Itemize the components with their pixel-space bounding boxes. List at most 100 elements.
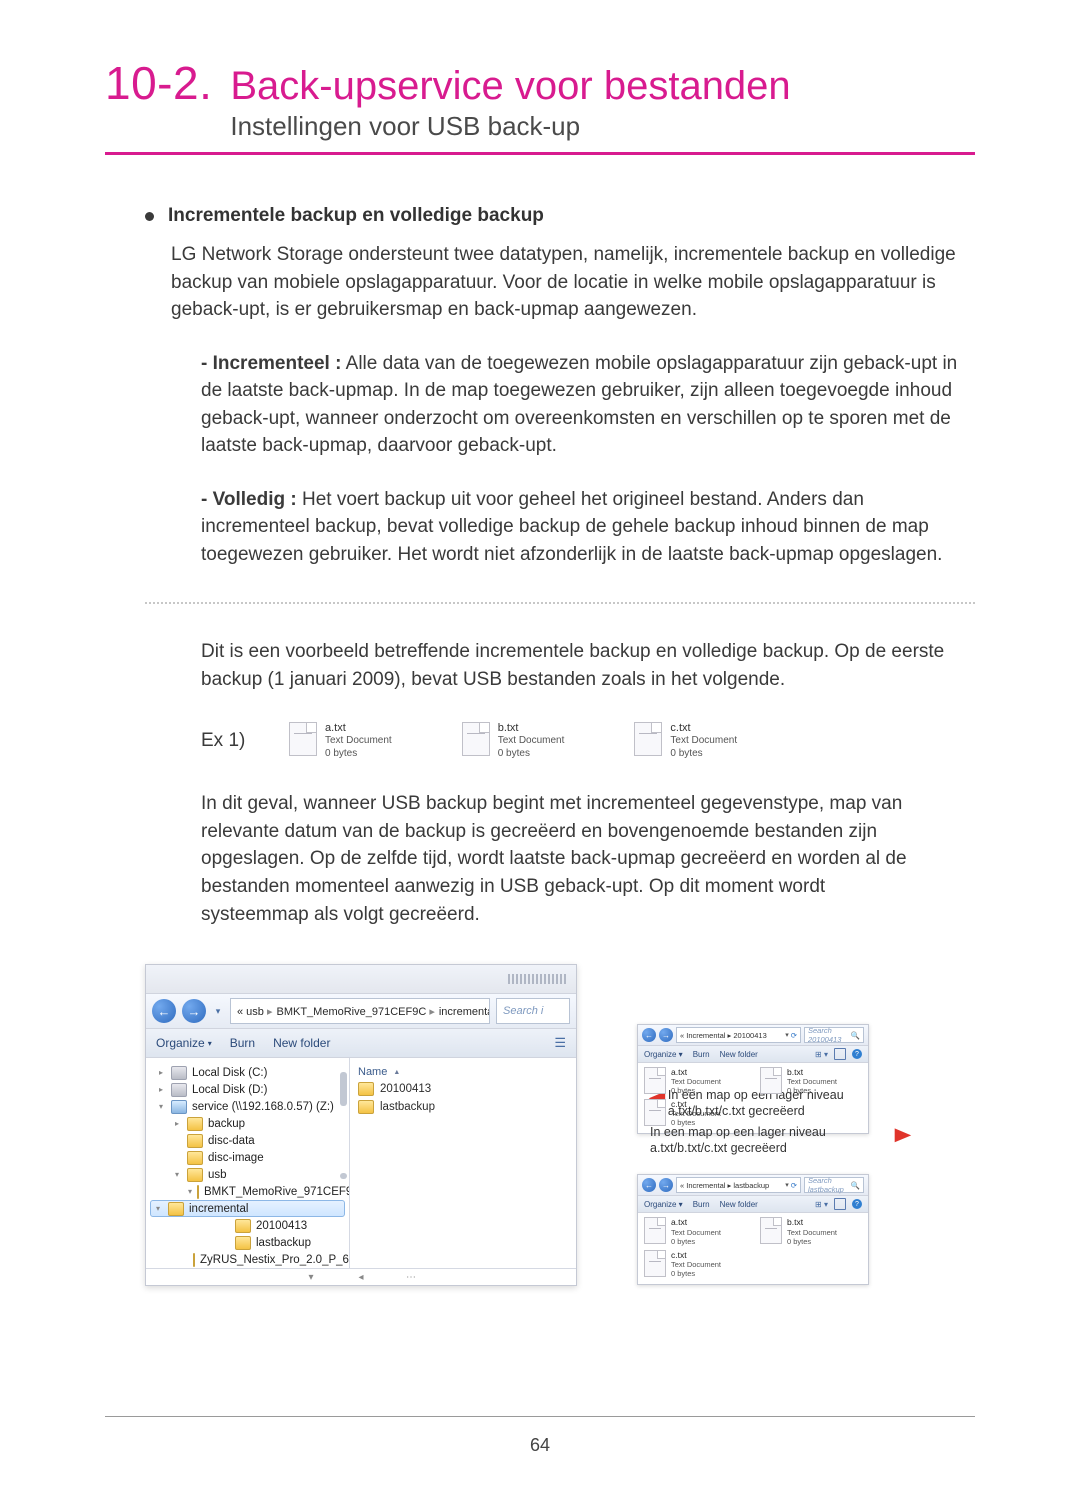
file-item: a.txt Text Document 0 bytes: [289, 722, 392, 761]
nav-forward-button[interactable]: →: [659, 1028, 673, 1042]
text-file-icon: [644, 1250, 666, 1277]
text-file-icon: [644, 1217, 666, 1244]
scrollbar-thumb[interactable]: [340, 1173, 347, 1179]
list-item[interactable]: 20100413: [354, 1080, 572, 1098]
folder-icon: [235, 1219, 251, 1233]
status-button[interactable]: ◂: [356, 1272, 366, 1283]
annotation-text: In een map op een lager niveau a.txt/b.t…: [650, 1125, 892, 1156]
breadcrumb[interactable]: « Incremental ▸ lastbackup▾⟳: [676, 1177, 801, 1193]
section-number: 10-2.: [105, 60, 212, 106]
file-size: 0 bytes: [325, 748, 392, 761]
status-separator: ⋯: [406, 1272, 416, 1283]
toolbar-burn[interactable]: Burn: [693, 1050, 710, 1059]
text-file-icon: [644, 1067, 666, 1094]
folder-icon: [235, 1236, 251, 1250]
bottom-rule: [105, 1416, 975, 1417]
tree-item-label: ZyRUS_Nestix_Pro_2.0_P_6BEAC447: [200, 1254, 350, 1266]
breadcrumb-segment[interactable]: incremental: [439, 1005, 490, 1018]
nav-back-button[interactable]: ←: [642, 1028, 656, 1042]
file-item[interactable]: a.txtText Document0 bytes: [644, 1217, 746, 1245]
tree-item-label: 20100413: [256, 1220, 307, 1232]
toolbar-new-folder[interactable]: New folder: [720, 1200, 758, 1209]
breadcrumb-dropdown-icon[interactable]: ▾: [785, 1181, 789, 1189]
text-file-icon: [760, 1067, 782, 1094]
toolbar-burn[interactable]: Burn: [230, 1036, 255, 1050]
list-item[interactable]: lastbackup: [354, 1098, 572, 1116]
example-body: In dit geval, wanneer USB backup begint …: [201, 790, 975, 928]
tree-expand-icon[interactable]: ▾: [188, 1187, 192, 1196]
toolbar-organize[interactable]: Organize ▾: [156, 1036, 212, 1050]
toolbar-new-folder[interactable]: New folder: [273, 1036, 330, 1050]
preview-pane-icon[interactable]: [834, 1048, 846, 1060]
tree-item[interactable]: 20100413: [150, 1217, 345, 1234]
tree-item[interactable]: ▸Local Disk (C:): [150, 1064, 345, 1081]
tree-item[interactable]: disc-image: [150, 1149, 345, 1166]
tree-item[interactable]: ▾usb: [150, 1166, 345, 1183]
tree-item[interactable]: disc-data: [150, 1132, 345, 1149]
breadcrumb-dropdown-icon[interactable]: ▾: [785, 1031, 789, 1039]
breadcrumb[interactable]: « Incremental ▸ 20100413▾⟳: [676, 1027, 801, 1043]
file-type: Text Document: [787, 1077, 837, 1086]
list-column-header[interactable]: Name▲: [354, 1064, 572, 1080]
search-input[interactable]: Search lastbackup🔍: [804, 1177, 864, 1193]
text-file-icon: [634, 722, 662, 756]
help-icon[interactable]: ?: [852, 1049, 862, 1059]
tree-item[interactable]: ▾BMKT_MemoRive_971CEF9C: [150, 1183, 345, 1200]
toolbar-view-icon[interactable]: ☰: [554, 1035, 566, 1051]
tree-item[interactable]: ▾incremental: [150, 1200, 345, 1217]
example-file-list: a.txt Text Document 0 bytes b.txt Text D…: [289, 722, 737, 761]
file-list[interactable]: Name▲ 20100413 lastbackup ◀: [350, 1058, 576, 1268]
incremental-label: - Incrementeel :: [201, 353, 341, 374]
full-label: - Volledig :: [201, 489, 297, 510]
toolbar-organize[interactable]: Organize ▾: [644, 1200, 683, 1209]
file-size: 0 bytes: [671, 1237, 721, 1246]
tree-expand-icon[interactable]: ▾: [172, 1170, 182, 1179]
annotation-text: In een map op een lager niveau a.txt/b.t…: [668, 1088, 910, 1119]
view-dropdown-icon[interactable]: ⊞ ▾: [815, 1200, 828, 1209]
search-input[interactable]: Search i: [496, 998, 570, 1024]
refresh-icon[interactable]: ⟳: [791, 1031, 797, 1040]
tree-expand-icon[interactable]: ▸: [156, 1085, 166, 1094]
folder-tree[interactable]: ▸Local Disk (C:)▸Local Disk (D:)▾service…: [146, 1058, 350, 1268]
breadcrumb[interactable]: « usb BMKT_MemoRive_971CEF9C incremental…: [230, 998, 490, 1024]
search-input[interactable]: Search 20100413🔍: [804, 1027, 864, 1043]
nav-back-button[interactable]: ←: [642, 1178, 656, 1192]
file-item[interactable]: b.txtText Document0 bytes: [760, 1217, 862, 1245]
tree-item-label: lastbackup: [256, 1237, 311, 1249]
file-type: Text Document: [671, 1228, 721, 1237]
help-icon[interactable]: ?: [852, 1199, 862, 1209]
preview-pane-icon[interactable]: [834, 1198, 846, 1210]
nav-back-button[interactable]: ←: [152, 999, 176, 1023]
file-item[interactable]: c.txtText Document0 bytes: [644, 1250, 746, 1278]
example-label: Ex 1): [201, 730, 249, 752]
tree-item[interactable]: ▾service (\\192.168.0.57) (Z:): [150, 1098, 345, 1115]
file-size: 0 bytes: [671, 1269, 721, 1278]
tree-item[interactable]: ▸ backup: [150, 1115, 345, 1132]
nav-forward-button[interactable]: →: [659, 1178, 673, 1192]
toolbar-burn[interactable]: Burn: [693, 1200, 710, 1209]
tree-item[interactable]: ▸Local Disk (D:): [150, 1081, 345, 1098]
tree-item-label: backup: [208, 1118, 245, 1130]
nav-history-dropdown[interactable]: ▾: [212, 1006, 224, 1017]
breadcrumb-segment[interactable]: BMKT_MemoRive_971CEF9C: [277, 1005, 435, 1018]
file-name: b.txt: [498, 722, 565, 736]
bullet-icon: [145, 212, 154, 221]
file-size: 0 bytes: [670, 748, 737, 761]
refresh-icon[interactable]: ⟳: [791, 1181, 797, 1190]
toolbar-organize[interactable]: Organize ▾: [644, 1050, 683, 1059]
breadcrumb-segment[interactable]: « usb: [237, 1005, 273, 1018]
nav-forward-button[interactable]: →: [182, 999, 206, 1023]
tree-expand-icon[interactable]: ▾: [156, 1102, 166, 1111]
intro-paragraph: LG Network Storage ondersteunt twee data…: [171, 241, 975, 324]
tree-item[interactable]: ZyRUS_Nestix_Pro_2.0_P_6BEAC447: [150, 1251, 345, 1268]
file-type: Text Document: [787, 1228, 837, 1237]
scrollbar-thumb[interactable]: [340, 1072, 347, 1106]
tree-item[interactable]: lastbackup: [150, 1234, 345, 1251]
tree-expand-icon[interactable]: ▸: [156, 1068, 166, 1077]
tree-expand-icon[interactable]: ▸: [172, 1119, 182, 1128]
view-dropdown-icon[interactable]: ⊞ ▾: [815, 1050, 828, 1059]
tree-expand-icon[interactable]: ▾: [153, 1204, 163, 1213]
explorer-window: ← → ▾ « usb BMKT_MemoRive_971CEF9C incre…: [145, 964, 577, 1286]
status-button[interactable]: ▾: [306, 1272, 316, 1283]
toolbar-new-folder[interactable]: New folder: [720, 1050, 758, 1059]
